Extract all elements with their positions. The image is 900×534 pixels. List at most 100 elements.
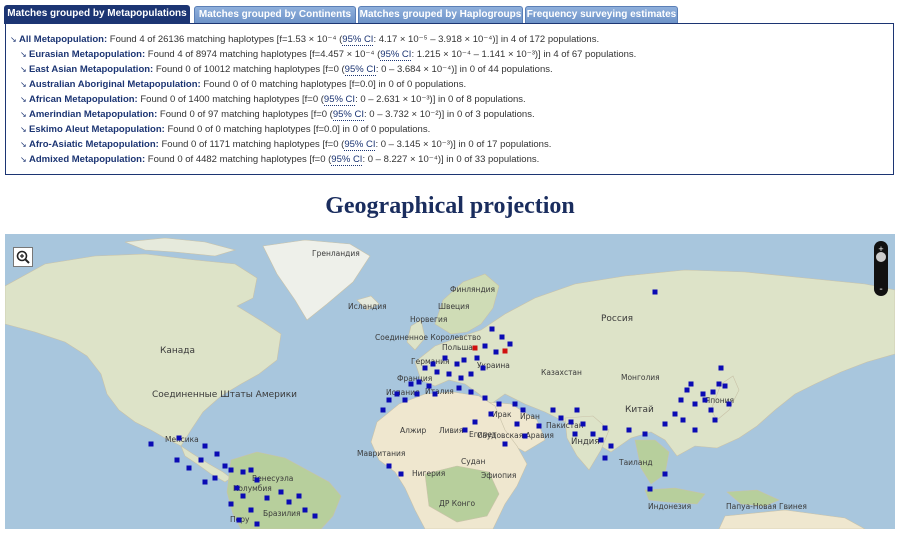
population-marker[interactable] — [186, 465, 192, 471]
metapopulation-name[interactable]: Amerindian Metapopulation: — [29, 109, 157, 120]
population-marker[interactable] — [550, 407, 556, 413]
population-marker[interactable] — [507, 341, 513, 347]
population-marker[interactable] — [430, 361, 436, 367]
zoom-slider[interactable]: + - — [874, 241, 888, 296]
population-marker[interactable] — [580, 421, 586, 427]
expand-arrow-icon[interactable]: ↘ — [20, 48, 29, 62]
population-marker[interactable] — [398, 471, 404, 477]
population-marker[interactable] — [302, 507, 308, 513]
population-marker[interactable] — [572, 431, 578, 437]
population-marker[interactable] — [456, 385, 462, 391]
population-marker[interactable] — [480, 365, 486, 371]
metapopulation-name[interactable]: Australian Aboriginal Metapopulation: — [29, 79, 201, 90]
population-marker[interactable] — [718, 365, 724, 371]
population-marker[interactable] — [248, 507, 254, 513]
population-marker[interactable] — [312, 513, 318, 519]
population-marker[interactable] — [482, 343, 488, 349]
expand-arrow-icon[interactable]: ↘ — [20, 123, 29, 137]
ci-link[interactable]: 95% CI — [323, 94, 356, 106]
population-marker[interactable] — [482, 395, 488, 401]
population-marker[interactable] — [278, 489, 284, 495]
population-marker[interactable] — [458, 375, 464, 381]
population-marker[interactable] — [558, 415, 564, 421]
population-marker[interactable] — [462, 427, 468, 433]
population-marker[interactable] — [602, 455, 608, 461]
population-marker[interactable] — [240, 469, 246, 475]
tab-haplogroups[interactable]: Matches grouped by Haplogroups — [358, 6, 523, 23]
matched-population-marker[interactable] — [502, 348, 508, 354]
zoom-button[interactable] — [13, 247, 33, 267]
ci-link[interactable]: 95% CI — [344, 64, 376, 76]
population-marker[interactable] — [608, 443, 614, 449]
population-marker[interactable] — [214, 451, 220, 457]
population-marker[interactable] — [514, 421, 520, 427]
population-marker[interactable] — [248, 467, 254, 473]
population-marker[interactable] — [234, 485, 240, 491]
metapopulation-name[interactable]: African Metapopulation: — [29, 94, 138, 105]
population-marker[interactable] — [386, 397, 392, 403]
population-marker[interactable] — [722, 383, 728, 389]
population-marker[interactable] — [652, 289, 658, 295]
ci-link[interactable]: 95% CI — [342, 34, 374, 46]
population-marker[interactable] — [692, 401, 698, 407]
population-marker[interactable] — [408, 381, 414, 387]
population-marker[interactable] — [228, 501, 234, 507]
expand-arrow-icon[interactable]: ↘ — [20, 93, 29, 107]
metapopulation-name[interactable]: East Asian Metapopulation: — [29, 64, 153, 75]
population-marker[interactable] — [716, 381, 722, 387]
metapopulation-name[interactable]: Eurasian Metapopulation: — [29, 49, 145, 60]
population-marker[interactable] — [454, 361, 460, 367]
expand-arrow-icon[interactable]: ↘ — [20, 63, 29, 77]
ci-link[interactable]: 95% CI — [380, 49, 412, 61]
population-marker[interactable] — [626, 427, 632, 433]
population-marker[interactable] — [202, 443, 208, 449]
population-marker[interactable] — [662, 421, 668, 427]
metapopulation-name[interactable]: Admixed Metapopulation: — [29, 154, 145, 165]
population-marker[interactable] — [296, 493, 302, 499]
population-marker[interactable] — [254, 521, 260, 527]
zoom-out-icon[interactable]: - — [874, 285, 888, 295]
ci-link[interactable]: 95% CI — [332, 109, 365, 121]
population-marker[interactable] — [499, 334, 505, 340]
population-marker[interactable] — [502, 441, 508, 447]
population-marker[interactable] — [708, 407, 714, 413]
population-marker[interactable] — [496, 401, 502, 407]
population-marker[interactable] — [568, 419, 574, 425]
population-marker[interactable] — [489, 326, 495, 332]
population-marker[interactable] — [446, 371, 452, 377]
population-marker[interactable] — [198, 457, 204, 463]
population-marker[interactable] — [602, 425, 608, 431]
population-marker[interactable] — [472, 419, 478, 425]
population-marker[interactable] — [468, 371, 474, 377]
population-marker[interactable] — [700, 391, 706, 397]
population-marker[interactable] — [414, 391, 420, 397]
population-marker[interactable] — [264, 495, 270, 501]
population-marker[interactable] — [461, 357, 467, 363]
population-marker[interactable] — [386, 463, 392, 469]
population-marker[interactable] — [642, 431, 648, 437]
population-marker[interactable] — [574, 407, 580, 413]
map-canvas[interactable]: Гренландия Финляндия Исландия Норвегия Ш… — [5, 234, 895, 529]
population-marker[interactable] — [148, 441, 154, 447]
population-marker[interactable] — [422, 365, 428, 371]
population-marker[interactable] — [710, 389, 716, 395]
population-marker[interactable] — [512, 401, 518, 407]
population-marker[interactable] — [228, 467, 234, 473]
population-marker[interactable] — [254, 477, 260, 483]
population-marker[interactable] — [202, 479, 208, 485]
population-marker[interactable] — [212, 475, 218, 481]
population-marker[interactable] — [474, 355, 480, 361]
expand-arrow-icon[interactable]: ↘ — [20, 78, 29, 92]
population-marker[interactable] — [434, 369, 440, 375]
population-marker[interactable] — [488, 411, 494, 417]
tab-continents[interactable]: Matches grouped by Continents — [194, 6, 356, 23]
population-marker[interactable] — [726, 401, 732, 407]
tab-frequency-estimates[interactable]: Frequency surveying estimates — [525, 6, 678, 23]
ci-link[interactable]: 95% CI — [331, 154, 363, 166]
expand-arrow-icon[interactable]: ↘ — [20, 138, 29, 152]
population-marker[interactable] — [286, 499, 292, 505]
matched-population-marker[interactable] — [472, 345, 478, 351]
metapopulation-name[interactable]: Afro-Asiatic Metapopulation: — [29, 139, 159, 150]
population-marker[interactable] — [712, 417, 718, 423]
expand-arrow-icon[interactable]: ↘ — [20, 153, 29, 167]
